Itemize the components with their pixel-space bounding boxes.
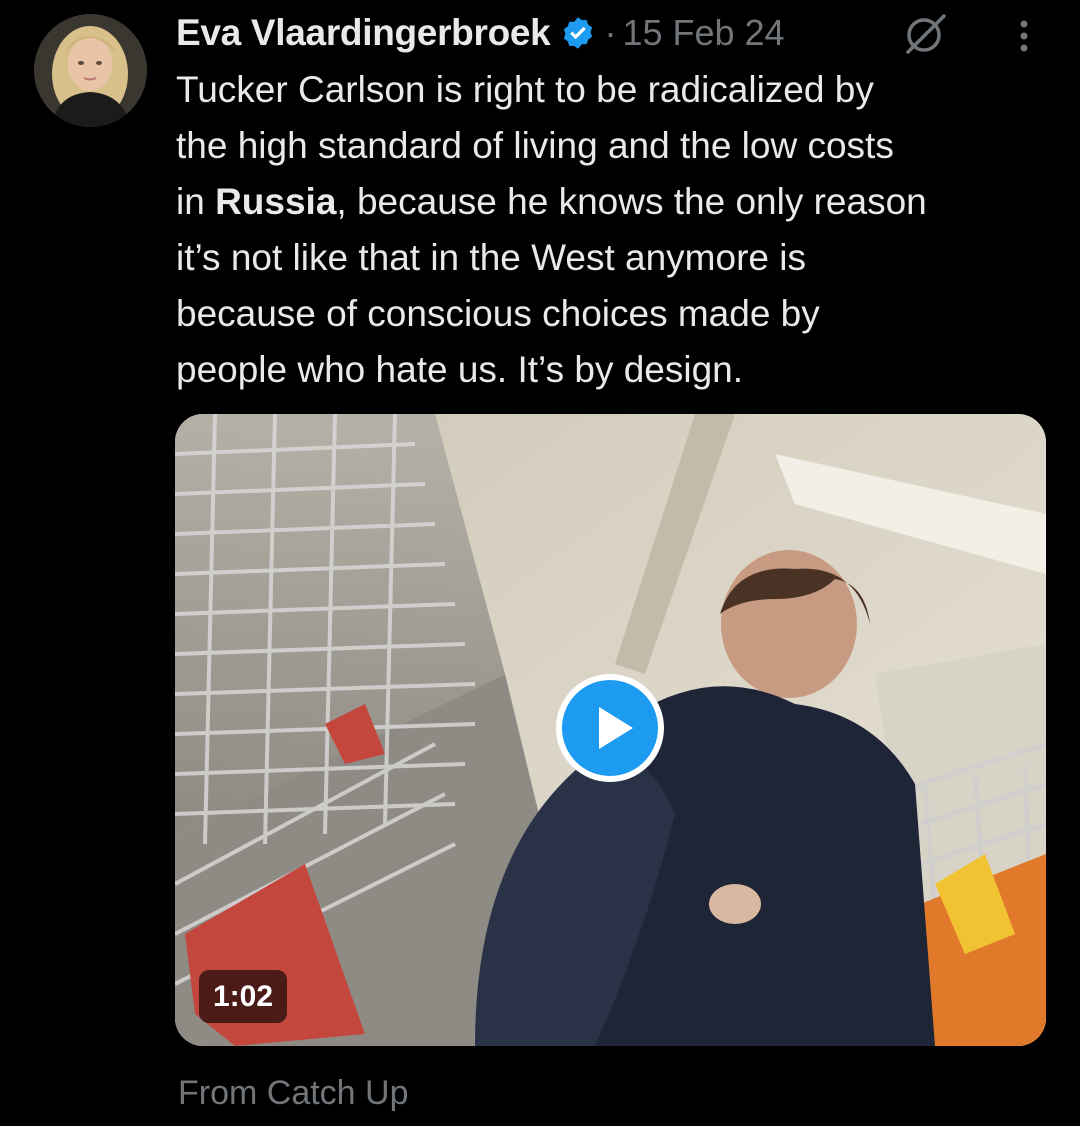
- verified-badge-icon: [560, 15, 596, 51]
- tweet-text-line: people who hate us. It’s by design.: [176, 349, 744, 390]
- author-name[interactable]: Eva Vlaardingerbroek: [176, 12, 551, 54]
- tweet-text: Tucker Carlson is right to be radicalize…: [176, 62, 1056, 398]
- grok-icon[interactable]: [900, 12, 950, 56]
- video-duration: 1:02: [199, 970, 288, 1023]
- tweet-text-line: it’s not like that in the West anymore i…: [176, 237, 806, 278]
- source-label[interactable]: From Catch Up: [178, 1074, 409, 1113]
- video-player[interactable]: 1:02: [175, 414, 1046, 1046]
- tweet-text-line: the high standard of living and the low …: [176, 125, 894, 166]
- tweet-text-line: Tucker Carlson is right to be radicalize…: [176, 69, 874, 110]
- tweet-date[interactable]: 15 Feb 24: [622, 12, 784, 54]
- tweet-header: Eva Vlaardingerbroek · 15 Feb 24: [176, 10, 785, 56]
- author-avatar[interactable]: [34, 14, 147, 127]
- bold-keyword: Russia: [215, 181, 337, 222]
- tweet-text-line: in Russia, because he knows the only rea…: [176, 181, 927, 222]
- header-separator: ·: [604, 12, 617, 53]
- play-icon: [556, 674, 664, 782]
- more-vertical-icon[interactable]: [1006, 16, 1042, 56]
- tweet-text-line: because of conscious choices made by: [176, 293, 820, 334]
- play-button[interactable]: [555, 673, 665, 783]
